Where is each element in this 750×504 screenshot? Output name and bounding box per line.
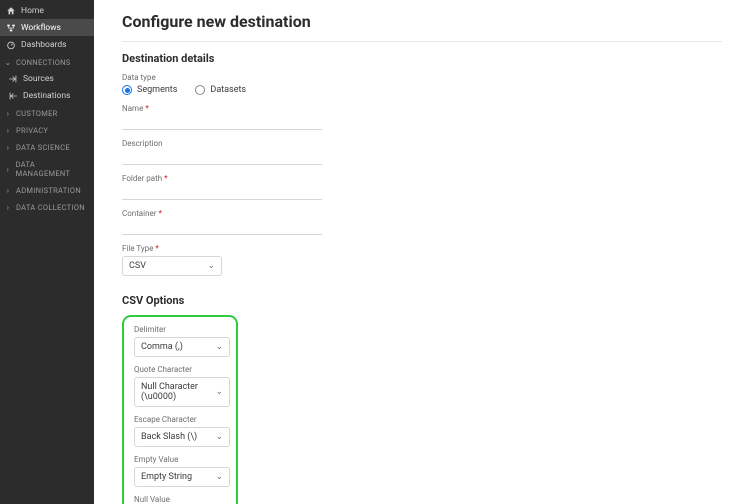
field-escape-character: Escape Character Back Slash (\) ⌄ <box>134 415 226 447</box>
sidebar-group-label: DATA COLLECTION <box>16 203 85 212</box>
chevron-down-icon: ⌄ <box>215 432 223 442</box>
description-input[interactable] <box>122 151 322 165</box>
file-type-select[interactable]: CSV ⌄ <box>122 256 222 276</box>
destinations-icon <box>8 91 18 101</box>
sidebar-item-label: Dashboards <box>21 40 67 50</box>
chevron-right-icon: › <box>4 186 12 195</box>
container-label: Container* <box>122 209 722 218</box>
sidebar-item-workflows[interactable]: Workflows <box>0 19 94 36</box>
sidebar: Home Workflows Dashboards ⌄ CONNECTIONS … <box>0 0 94 504</box>
chevron-right-icon: › <box>4 109 12 118</box>
workflows-icon <box>6 23 16 33</box>
sidebar-group-connections[interactable]: ⌄ CONNECTIONS <box>0 53 94 70</box>
sidebar-group-label: DATA MANAGEMENT <box>16 160 88 178</box>
sidebar-group-label: CONNECTIONS <box>16 58 71 67</box>
field-name: Name* <box>122 104 722 130</box>
dashboards-icon <box>6 40 16 50</box>
sidebar-item-destinations[interactable]: Destinations <box>2 87 94 104</box>
field-container: Container* <box>122 209 722 235</box>
sidebar-group-label: CUSTOMER <box>16 109 58 118</box>
data-type-label: Data type <box>122 73 722 82</box>
escape-character-select[interactable]: Back Slash (\) ⌄ <box>134 427 230 447</box>
empty-value-select[interactable]: Empty String ⌄ <box>134 467 230 487</box>
delimiter-select[interactable]: Comma (,) ⌄ <box>134 337 230 357</box>
chevron-right-icon: › <box>4 165 12 174</box>
field-null-value: Null Value null ⌄ <box>134 495 226 504</box>
field-description: Description <box>122 139 722 165</box>
escape-character-label: Escape Character <box>134 415 226 424</box>
field-empty-value: Empty Value Empty String ⌄ <box>134 455 226 487</box>
select-value: Empty String <box>141 472 192 482</box>
container-input[interactable] <box>122 221 322 235</box>
field-quote-character: Quote Character Null Character (\u0000) … <box>134 365 226 407</box>
page-title: Configure new destination <box>122 12 722 31</box>
sidebar-group-label: PRIVACY <box>16 126 48 135</box>
empty-value-label: Empty Value <box>134 455 226 464</box>
radio-datasets[interactable]: Datasets <box>195 85 246 95</box>
radio-segments[interactable]: Segments <box>122 85 177 95</box>
quote-character-label: Quote Character <box>134 365 226 374</box>
home-icon <box>6 6 16 16</box>
sidebar-item-label: Workflows <box>21 23 61 33</box>
radio-label: Segments <box>137 85 177 95</box>
sidebar-item-label: Sources <box>23 74 54 84</box>
radio-dot-icon <box>122 85 132 95</box>
field-folder-path: Folder path* <box>122 174 722 200</box>
chevron-down-icon: ⌄ <box>215 472 223 482</box>
sidebar-group-privacy[interactable]: › PRIVACY <box>0 121 94 138</box>
sidebar-item-home[interactable]: Home <box>0 2 94 19</box>
name-input[interactable] <box>122 116 322 130</box>
chevron-down-icon: ⌄ <box>4 58 12 67</box>
sidebar-item-label: Home <box>21 6 44 16</box>
folder-path-label: Folder path* <box>122 174 722 183</box>
sidebar-group-label: DATA SCIENCE <box>16 143 70 152</box>
description-label: Description <box>122 139 722 148</box>
chevron-down-icon: ⌄ <box>215 342 223 352</box>
sidebar-group-administration[interactable]: › ADMINISTRATION <box>0 181 94 198</box>
quote-character-select[interactable]: Null Character (\u0000) ⌄ <box>134 377 230 407</box>
field-file-type: File Type* CSV ⌄ <box>122 244 722 276</box>
select-value: Comma (,) <box>141 342 183 352</box>
null-value-label: Null Value <box>134 495 226 504</box>
field-delimiter: Delimiter Comma (,) ⌄ <box>134 325 226 357</box>
csv-options-highlight: Delimiter Comma (,) ⌄ Quote Character Nu… <box>122 315 238 504</box>
sidebar-group-data-science[interactable]: › DATA SCIENCE <box>0 138 94 155</box>
sidebar-item-dashboards[interactable]: Dashboards <box>0 36 94 53</box>
sidebar-item-label: Destinations <box>23 91 70 101</box>
field-data-type: Data type Segments Datasets <box>122 73 722 95</box>
sidebar-group-label: ADMINISTRATION <box>16 186 81 195</box>
sidebar-group-data-collection[interactable]: › DATA COLLECTION <box>0 198 94 215</box>
chevron-right-icon: › <box>4 143 12 152</box>
sources-icon <box>8 74 18 84</box>
chevron-right-icon: › <box>4 203 12 212</box>
sidebar-group-data-management[interactable]: › DATA MANAGEMENT <box>0 155 94 181</box>
chevron-right-icon: › <box>4 126 12 135</box>
folder-path-input[interactable] <box>122 186 322 200</box>
main-content: Configure new destination Destination de… <box>94 0 750 504</box>
radio-dot-icon <box>195 85 205 95</box>
delimiter-label: Delimiter <box>134 325 226 334</box>
sidebar-item-sources[interactable]: Sources <box>2 70 94 87</box>
radio-label: Datasets <box>210 85 246 95</box>
section-destination-details: Destination details <box>122 52 722 65</box>
sidebar-group-customer[interactable]: › CUSTOMER <box>0 104 94 121</box>
select-value: Back Slash (\) <box>141 432 197 442</box>
section-csv-options: CSV Options <box>122 294 722 307</box>
chevron-down-icon: ⌄ <box>207 261 215 271</box>
divider <box>122 41 722 42</box>
select-value: Null Character (\u0000) <box>141 382 215 402</box>
name-label: Name* <box>122 104 722 113</box>
select-value: CSV <box>129 261 146 271</box>
file-type-label: File Type* <box>122 244 722 253</box>
chevron-down-icon: ⌄ <box>215 387 223 397</box>
